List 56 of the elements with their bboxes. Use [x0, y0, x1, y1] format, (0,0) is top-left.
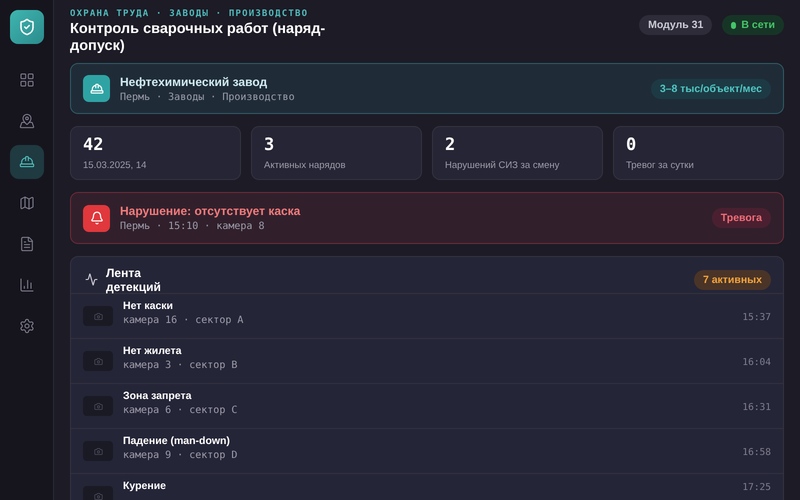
- feed-title: Лента детекций: [106, 266, 162, 294]
- detection-time: 16:58: [742, 447, 771, 458]
- document-icon: [18, 236, 34, 252]
- alert-details: Пермь · 15:10 · камера 8: [120, 221, 266, 232]
- detection-time: 16:04: [742, 357, 771, 368]
- bar-chart-icon: [18, 277, 34, 293]
- detection-time: 15:37: [742, 312, 771, 323]
- detection-row[interactable]: Курение 17:25: [71, 474, 783, 500]
- status-badge: В сети: [722, 15, 784, 35]
- hard-hat-icon: [18, 154, 34, 170]
- alert-title: Нарушение: отсутствует каска: [120, 204, 302, 218]
- sidebar-item[interactable]: [10, 145, 44, 179]
- module-badge: Модуль 31: [639, 15, 712, 35]
- price-badge: 3–8 тыс/объект/мес: [650, 78, 771, 98]
- bell-icon: [83, 204, 110, 232]
- detection-time: 17:25: [742, 482, 771, 493]
- breadcrumb: ОХРАНА ТРУДА · ЗАВОДЫ · ПРОИЗВОДСТВО: [70, 9, 310, 19]
- site-name: Нефтехимический завод: [120, 74, 268, 88]
- detection-row[interactable]: Падение (man-down) камера 9 · сектор D 16:58: [71, 429, 783, 474]
- detection-source: камера 3 · сектор B: [123, 360, 238, 371]
- site-path: Пермь · Заводы · Производство: [120, 92, 296, 102]
- settings-icon: [18, 318, 34, 334]
- detection-row[interactable]: Нет каски камера 16 · сектор A 15:37: [71, 294, 783, 339]
- page-title: Контроль сварочных работ (наряд-допуск): [70, 21, 326, 55]
- camera-thumbnail: [83, 441, 113, 461]
- detection-title: Зона запрета: [123, 390, 192, 402]
- camera-thumbnail: [83, 351, 113, 371]
- detection-row[interactable]: Зона запрета камера 6 · сектор C 16:31: [71, 384, 783, 429]
- detection-title: Курение: [123, 480, 167, 492]
- detection-source: камера 16 · сектор A: [123, 315, 244, 326]
- stat-value: 42: [83, 135, 104, 155]
- stat-value: 0: [626, 135, 638, 155]
- stat-value: 3: [264, 135, 276, 155]
- grid-icon: [18, 72, 34, 88]
- detection-row[interactable]: Нет жилета камера 3 · сектор B 16:04: [71, 339, 783, 384]
- map-pin-icon: [18, 113, 34, 129]
- camera-thumbnail: [83, 486, 113, 500]
- shield-logo: [10, 10, 44, 44]
- detection-title: Падение (man-down): [123, 435, 231, 447]
- detection-time: 16:31: [742, 402, 771, 413]
- camera-thumbnail: [83, 306, 113, 326]
- stat-label: 15.03.2025, 14: [83, 160, 148, 171]
- activity-icon: [85, 273, 98, 286]
- detection-source: камера 6 · сектор C: [123, 405, 238, 416]
- camera-thumbnail: [83, 396, 113, 416]
- stat-value: 2: [445, 135, 456, 155]
- hard-hat-icon: [83, 75, 110, 102]
- map-icon: [18, 195, 34, 211]
- detection-title: Нет каски: [123, 300, 174, 312]
- count-badge: 7 активных: [694, 270, 771, 290]
- stat-label: Активных нарядов: [264, 160, 346, 171]
- detection-source: камера 9 · сектор D: [123, 450, 238, 461]
- alert-badge: Тревога: [712, 208, 771, 228]
- stat-label: Нарушений СИЗ за смену: [445, 160, 560, 171]
- detection-title: Нет жилета: [123, 345, 182, 357]
- stat-label: Тревог за сутки: [626, 160, 695, 171]
